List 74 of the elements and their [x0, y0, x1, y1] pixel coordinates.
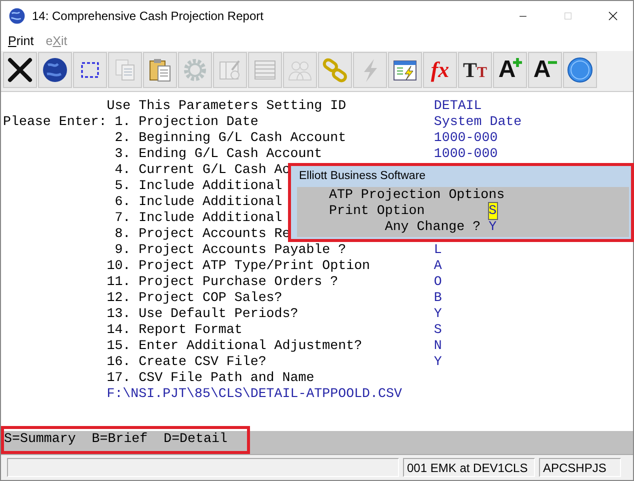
- field-value: A: [434, 258, 442, 274]
- field-value: 1000-000: [434, 130, 498, 146]
- toolbar-button[interactable]: [388, 52, 422, 88]
- field-label: Include Additional: [138, 178, 282, 193]
- toolbar-button[interactable]: A: [528, 52, 562, 88]
- item-number: 4.: [114, 162, 131, 178]
- item-number: 11.: [106, 274, 131, 290]
- option-field[interactable]: S: [488, 203, 497, 219]
- prompt-text: Please Enter:: [3, 114, 107, 130]
- gear-icon: [181, 56, 209, 84]
- field-label: Project Accounts Payable ?: [138, 242, 346, 257]
- field-label: Print Option: [329, 203, 426, 219]
- status-panel: APCSHPJS: [539, 458, 621, 477]
- field-label: Report Format: [138, 322, 242, 337]
- item-number: 1.: [114, 114, 131, 130]
- item-number: 2.: [114, 130, 131, 146]
- toolbar-button[interactable]: TT: [458, 52, 492, 88]
- confirm-label: Any Change ?: [384, 219, 482, 235]
- confirm-value[interactable]: Y: [488, 219, 497, 235]
- field-label: Projection Date: [138, 114, 258, 129]
- item-number: 9.: [114, 242, 131, 258]
- status-panel: 001 EMK at DEV1CLS: [403, 458, 535, 477]
- toolbar-button[interactable]: fx: [423, 52, 457, 88]
- toolbar-button[interactable]: [73, 52, 107, 88]
- toolbar-button[interactable]: A: [493, 52, 527, 88]
- item-number: 3.: [114, 146, 131, 162]
- field-label: Project COP Sales?: [138, 290, 282, 305]
- item-number: 6.: [114, 194, 131, 210]
- field-label: Include Additional: [138, 210, 282, 225]
- field-label: Enter Additional Adjustment?: [138, 338, 362, 353]
- field-label: Beginning G/L Cash Account: [138, 130, 346, 145]
- globe-icon: [41, 56, 69, 84]
- item-number: 15.: [106, 338, 131, 354]
- item-number: 13.: [106, 306, 131, 322]
- field-value: B: [434, 290, 442, 306]
- toolbar-button[interactable]: [3, 52, 37, 88]
- item-number: 14.: [106, 322, 131, 338]
- item-number: 5.: [114, 178, 131, 194]
- field-value: O: [434, 274, 442, 290]
- field-value: System Date: [434, 114, 522, 130]
- field-value: DETAIL: [434, 98, 482, 114]
- field-value: N: [434, 338, 442, 354]
- item-number: 16.: [106, 354, 131, 370]
- item-number: 8.: [114, 226, 131, 242]
- field-label: Ending G/L Cash Account: [138, 146, 322, 161]
- field-label: Create CSV File?: [138, 354, 266, 369]
- dialog-heading: ATP Projection Options: [329, 187, 505, 203]
- field-value: Y: [434, 354, 442, 370]
- file-path: F:\NSI.PJT\85\CLS\DETAIL-ATPPOOLD.CSV: [106, 386, 402, 402]
- fx-icon: fx: [430, 59, 450, 81]
- item-number: 12.: [106, 290, 131, 306]
- chain-icon: [321, 56, 349, 84]
- font-size-icon: TT: [462, 60, 488, 80]
- field-label: Include Additional: [138, 194, 282, 209]
- toolbar-button[interactable]: [38, 52, 72, 88]
- help-icon: [566, 56, 594, 84]
- field-label: CSV File Path and Name: [138, 370, 314, 385]
- field-label: Project ATP Type/Print Option: [138, 258, 370, 273]
- item-number: 17.: [106, 370, 131, 386]
- hint-text: S=Summary B=Brief D=Detail: [1, 426, 250, 454]
- field-label: Use This Parameters Setting ID: [106, 98, 348, 114]
- menu-item[interactable]: Print: [8, 34, 34, 48]
- globe-icon: [8, 7, 26, 25]
- field-label: Project Purchase Orders ?: [138, 274, 338, 289]
- item-number: 7.: [114, 210, 131, 226]
- field-label: Use Default Periods?: [138, 306, 298, 321]
- close-icon: [6, 56, 34, 84]
- field-value: S: [434, 322, 442, 338]
- dialog-title: Elliott Business Software: [298, 169, 427, 184]
- field-value: L: [434, 242, 442, 258]
- field-value: 1000-000: [434, 146, 498, 162]
- window-title: 14: Comprehensive Cash Projection Report: [32, 9, 264, 23]
- item-number: 10.: [106, 258, 131, 274]
- field-value: Y: [434, 306, 442, 322]
